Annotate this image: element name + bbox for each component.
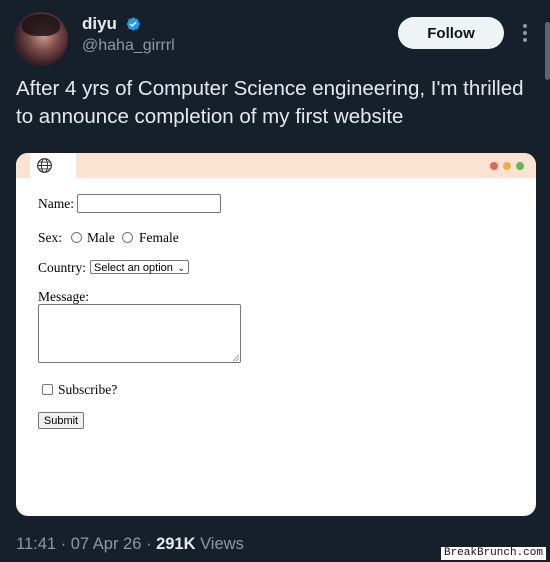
media-card[interactable]: Name: Sex: Male Female Country: Select a…: [16, 153, 536, 516]
avatar[interactable]: [14, 12, 68, 66]
resize-handle-icon[interactable]: [233, 355, 239, 361]
window-minimize-dot: [503, 162, 511, 170]
country-select-value: Select an option: [94, 262, 173, 274]
message-label: Message:: [38, 289, 89, 304]
submit-button[interactable]: Submit: [38, 412, 84, 429]
tweet-text: After 4 yrs of Computer Science engineer…: [16, 77, 524, 128]
chevron-down-icon: ⌄: [177, 263, 185, 273]
tweet-date[interactable]: 07 Apr 26: [71, 535, 142, 553]
tweet-meta: 11:41 · 07 Apr 26 · 291K Views: [16, 535, 244, 554]
more-options-icon[interactable]: [519, 24, 531, 44]
globe-icon: [37, 158, 52, 173]
handle[interactable]: @haha_girrrl: [82, 37, 175, 55]
female-radio[interactable]: [122, 232, 133, 243]
window-close-dot: [490, 162, 498, 170]
watermark: BreakBrunch.com: [440, 547, 546, 560]
message-textarea[interactable]: [38, 304, 241, 363]
subscribe-checkbox[interactable]: [42, 384, 53, 395]
verified-badge-icon: [126, 17, 140, 31]
name-input[interactable]: [77, 194, 221, 213]
country-label: Country:: [38, 260, 87, 275]
country-select[interactable]: Select an option ⌄: [90, 260, 189, 274]
meta-separator: ·: [141, 535, 157, 553]
sex-label: Sex:: [38, 230, 63, 245]
window-maximize-dot: [516, 162, 524, 170]
display-name[interactable]: diyu: [82, 14, 117, 34]
name-label: Name:: [38, 196, 74, 211]
female-label: Female: [139, 230, 179, 245]
male-radio[interactable]: [71, 232, 82, 243]
views-label: Views: [195, 535, 244, 553]
subscribe-label: Subscribe?: [58, 382, 118, 397]
follow-button[interactable]: Follow: [398, 17, 504, 49]
views-count: 291K: [156, 535, 196, 553]
scrollbar[interactable]: [545, 22, 550, 80]
browser-title-bar: [16, 153, 536, 178]
tweet-time[interactable]: 11:41: [16, 535, 56, 553]
male-label: Male: [87, 230, 115, 245]
meta-separator: ·: [56, 535, 71, 553]
